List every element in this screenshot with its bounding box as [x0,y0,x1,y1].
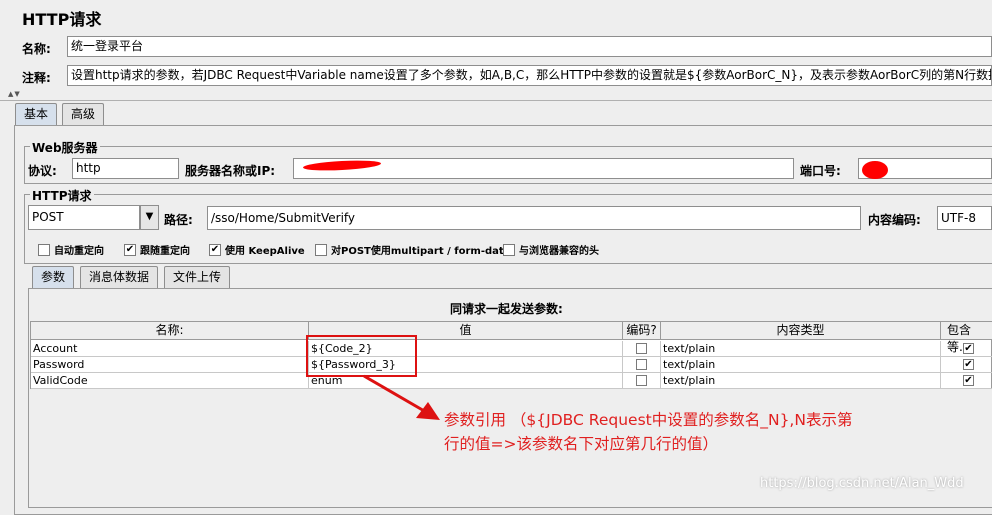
option-follow-redirects[interactable]: ✔ 跟随重定向 [124,242,190,257]
checkbox[interactable] [636,375,647,386]
divider [0,100,992,101]
chevron-down-icon[interactable]: ▼ [140,205,159,230]
web-server-group-title: Web服务器 [30,139,100,156]
path-input[interactable]: /sso/Home/SubmitVerify [207,206,861,230]
checkbox[interactable] [636,343,647,354]
splitter-handle[interactable]: ▲▼ [8,90,21,98]
server-label: 服务器名称或IP: [185,164,276,178]
option-browser-compatible-headers[interactable]: 与浏览器兼容的头 [503,242,599,257]
comment-input[interactable]: 设置http请求的参数，若JDBC Request中Variable name设… [67,65,992,86]
page-title: HTTP请求 [22,10,102,29]
tab-files-upload[interactable]: 文件上传 [164,266,231,288]
tab-basic[interactable]: 基本 [15,103,58,125]
cell-name[interactable]: Password [31,357,309,373]
option-label: 跟随重定向 [140,246,190,257]
option-multipart[interactable]: 对POST使用multipart / form-data [315,242,510,257]
option-label: 使用 KeepAlive [225,246,305,257]
protocol-input[interactable]: http [72,158,179,179]
watermark: https://blog.csdn.net/Alan_Wdd [760,476,964,491]
redaction-scribble [862,161,888,179]
tab-advanced[interactable]: 高级 [62,103,105,125]
option-auto-redirect[interactable]: 自动重定向 [38,242,104,257]
column-header-include-equals[interactable]: 包含等... [941,322,992,354]
port-label: 端口号: [800,164,841,178]
checkbox[interactable]: ✔ [124,243,136,256]
checkbox[interactable] [38,243,50,256]
cell-content-type[interactable]: text/plain [661,357,941,373]
name-input[interactable]: 统一登录平台 [67,36,992,57]
encoding-label: 内容编码: [868,213,921,227]
protocol-label: 协议: [28,164,57,178]
column-header-encode[interactable]: 编码? [623,322,661,340]
option-label: 自动重定向 [54,246,104,257]
checkbox[interactable] [315,243,327,256]
option-label: 对POST使用multipart / form-data [331,246,511,257]
checkbox[interactable]: ✔ [209,243,221,256]
name-label: 名称: [22,42,51,56]
path-label: 路径: [164,213,193,227]
checkbox[interactable]: ✔ [963,343,974,354]
cell-include-equals[interactable]: ✔ [941,357,992,373]
comment-label: 注释: [22,71,51,85]
highlight-box [306,335,417,377]
http-request-group-title: HTTP请求 [30,187,94,204]
option-label: 与浏览器兼容的头 [519,246,599,257]
parameters-table: 名称: 值 编码? 内容类型 包含等... Account ${Code_2} … [30,321,992,389]
tab-body-data[interactable]: 消息体数据 [80,266,159,288]
column-header-content-type[interactable]: 内容类型 [661,322,941,340]
cell-include-equals[interactable]: ✔ [941,341,992,357]
cell-content-type[interactable]: text/plain [661,373,941,389]
cell-content-type[interactable]: text/plain [661,341,941,357]
parameters-caption: 同请求一起发送参数: [450,302,563,316]
cell-encode[interactable] [623,373,661,389]
tab-parameters[interactable]: 参数 [32,266,75,288]
column-header-name[interactable]: 名称: [31,322,309,340]
annotation-line-1: 参数引用 （${JDBC Request中设置的参数名_N},N表示第 [444,411,853,429]
checkbox[interactable]: ✔ [963,359,974,370]
option-keepalive[interactable]: ✔ 使用 KeepAlive [209,242,305,257]
cell-encode[interactable] [623,357,661,373]
encoding-input[interactable]: UTF-8 [937,206,992,230]
cell-name[interactable]: ValidCode [31,373,309,389]
checkbox[interactable] [503,243,515,256]
annotation-line-2: 行的值=>该参数名下对应第几行的值） [444,435,718,453]
cell-encode[interactable] [623,341,661,357]
method-select[interactable]: POST [28,205,140,230]
cell-name[interactable]: Account [31,341,309,357]
arrow-icon [363,374,440,420]
checkbox[interactable]: ✔ [963,375,974,386]
cell-include-equals[interactable]: ✔ [941,373,992,389]
checkbox[interactable] [636,359,647,370]
